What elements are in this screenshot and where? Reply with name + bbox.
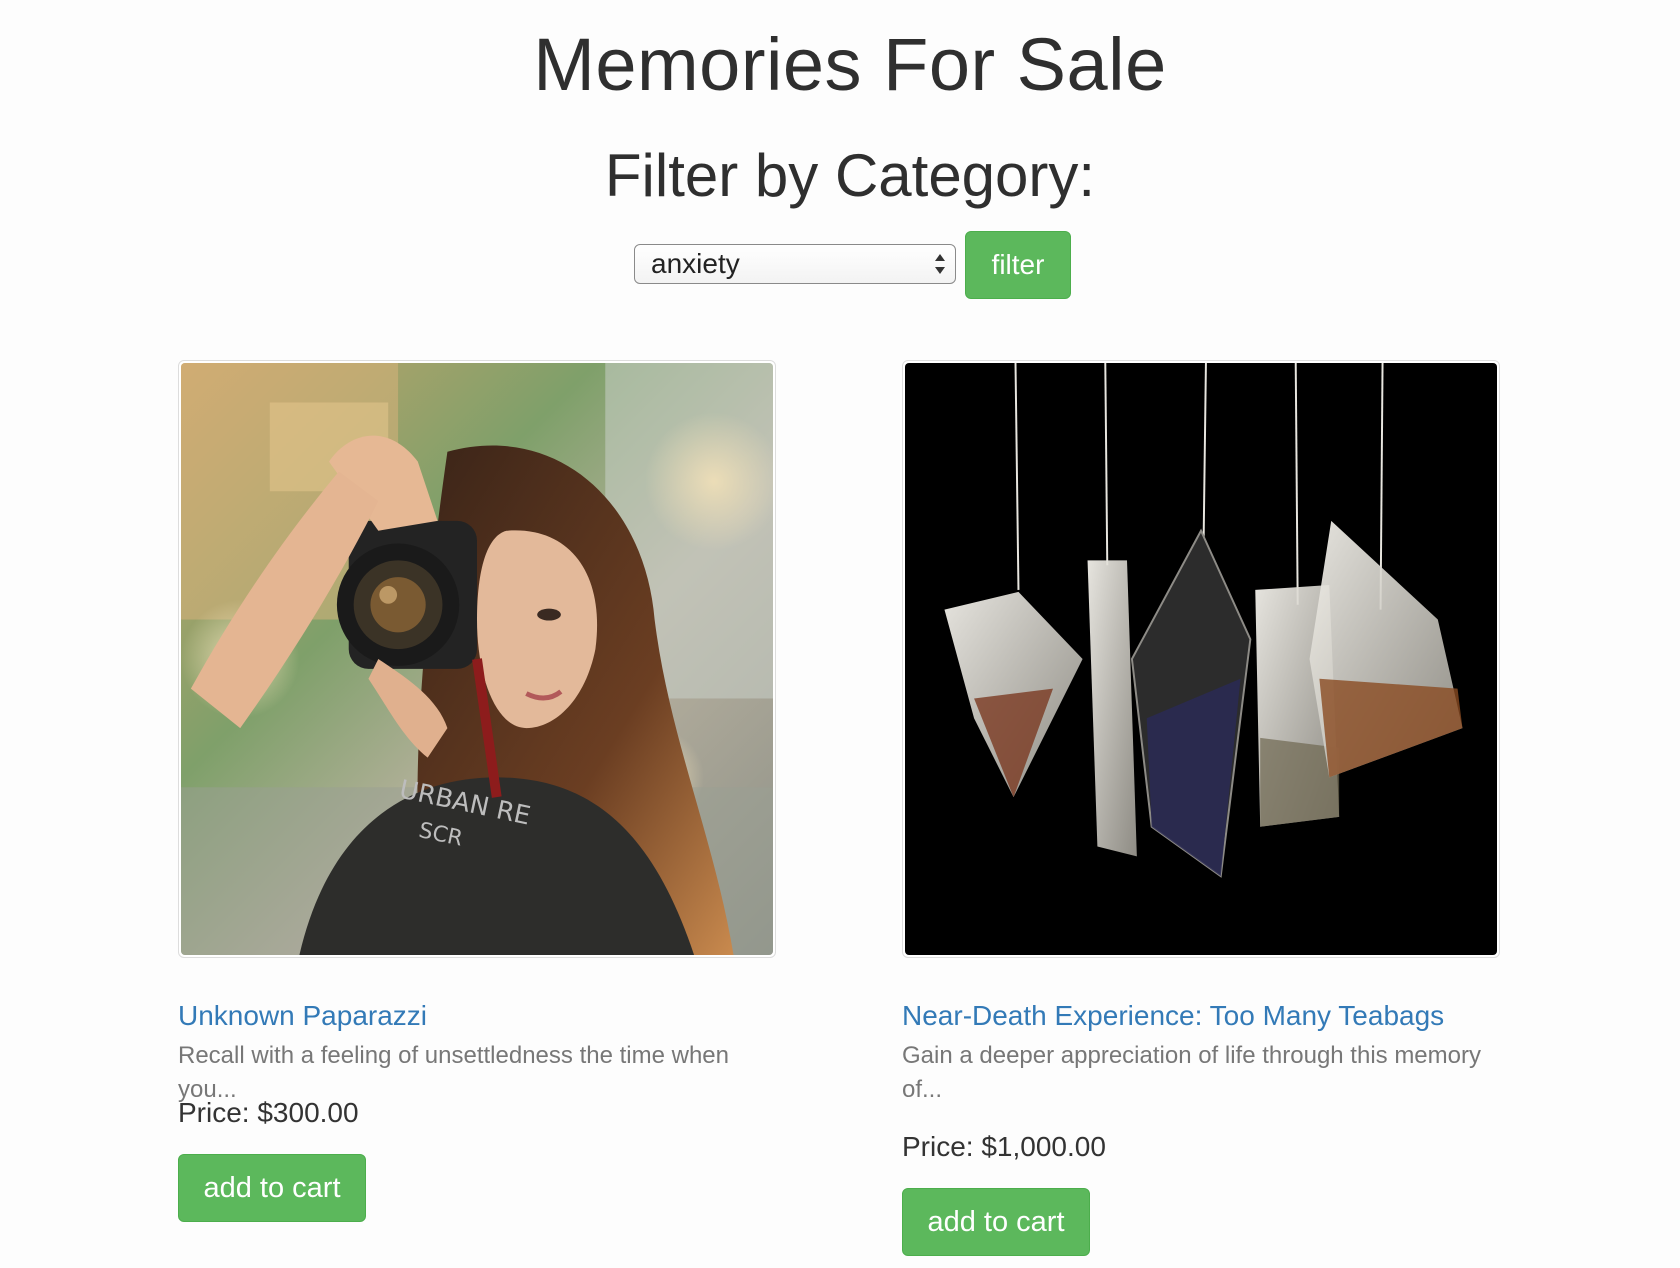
filter-button[interactable]: filter: [965, 231, 1071, 299]
product-title-link[interactable]: Near-Death Experience: Too Many Teabags: [902, 1000, 1444, 1032]
category-select[interactable]: anxiety: [634, 244, 956, 284]
page-title: Memories For Sale: [533, 23, 1167, 106]
hanging-teabags-photo: [905, 363, 1497, 955]
product-image-woman-with-camera[interactable]: URBAN RE SCR: [178, 360, 776, 958]
category-select-value: anxiety: [651, 248, 740, 279]
product-title-link[interactable]: Unknown Paparazzi: [178, 1000, 427, 1032]
product-description: Gain a deeper appreciation of life throu…: [902, 1042, 1481, 1103]
add-to-cart-button[interactable]: add to cart: [178, 1154, 366, 1222]
product-price: Price: $1,000.00: [902, 1131, 1106, 1162]
woman-with-camera-photo: URBAN RE SCR: [181, 363, 773, 955]
product-price: Price: $300.00: [178, 1097, 359, 1128]
filter-heading: Filter by Category:: [604, 142, 1096, 209]
select-arrows-icon: [935, 254, 945, 274]
add-to-cart-button[interactable]: add to cart: [902, 1188, 1090, 1256]
product-image-teabags[interactable]: [902, 360, 1500, 958]
